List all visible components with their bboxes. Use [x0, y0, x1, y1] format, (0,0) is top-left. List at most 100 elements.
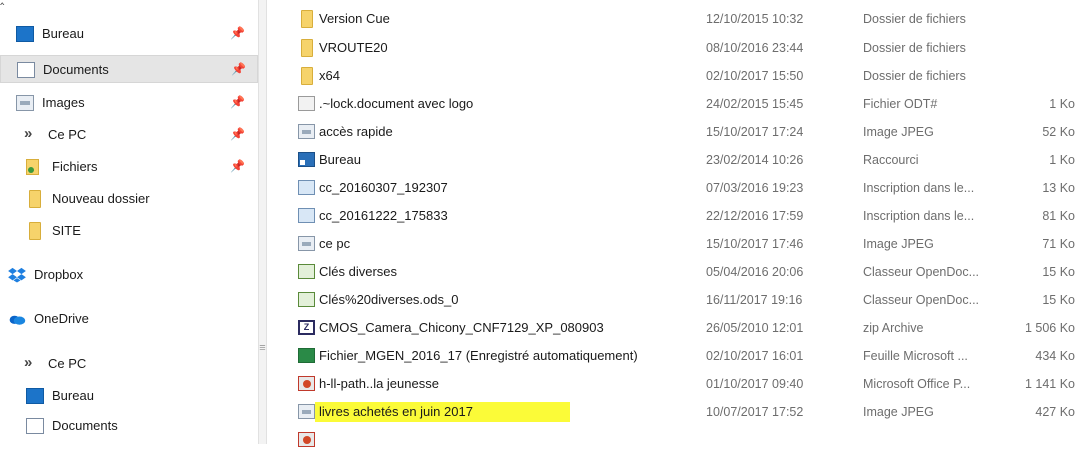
file-date: 24/02/2015 15:45 — [706, 97, 804, 111]
nav-item-bureau-2[interactable]: Bureau — [0, 382, 258, 410]
file-type: Feuille Microsoft ... — [863, 349, 968, 363]
file-type: Dossier de fichiers — [863, 12, 966, 26]
nav-item-label: Bureau — [42, 26, 84, 41]
file-row[interactable]: ce pc 15/10/2017 17:46 Image JPEG 71 Ko — [266, 232, 1083, 256]
nav-item-ce-pc-2[interactable]: » Ce PC — [0, 350, 258, 378]
nav-item-onedrive[interactable]: OneDrive — [0, 305, 258, 333]
file-type: Classeur OpenDoc... — [863, 293, 980, 307]
file-row[interactable]: Z CMOS_Camera_Chicony_CNF7129_XP_080903 … — [266, 316, 1083, 340]
file-size: 434 Ko — [1035, 349, 1075, 363]
file-date: 23/02/2014 10:26 — [706, 153, 804, 167]
file-row[interactable]: Fichier_MGEN_2016_17 (Enregistré automat… — [266, 344, 1083, 368]
nav-item-label: Ce PC — [48, 127, 87, 142]
file-size: 15 Ko — [1042, 293, 1075, 307]
file-row[interactable]: x64 02/10/2017 15:50 Dossier de fichiers — [266, 64, 1083, 88]
file-row[interactable]: VROUTE20 08/10/2016 23:44 Dossier de fic… — [266, 36, 1083, 60]
odt-lock-icon — [298, 96, 315, 111]
nav-item-label: SITE — [52, 223, 81, 238]
image-icon — [298, 404, 315, 419]
file-date: 22/12/2016 17:59 — [706, 209, 804, 223]
nav-item-bureau[interactable]: Bureau 📌 — [0, 20, 258, 48]
onedrive-icon — [9, 315, 26, 325]
folder-icon — [301, 39, 313, 57]
desktop-icon — [26, 388, 44, 404]
file-name: VROUTE20 — [319, 40, 388, 55]
zip-icon: Z — [298, 320, 315, 335]
file-date: 07/03/2016 19:23 — [706, 181, 804, 195]
file-row[interactable]: Clés diverses 05/04/2016 20:06 Classeur … — [266, 260, 1083, 284]
file-row[interactable]: accès rapide 15/10/2017 17:24 Image JPEG… — [266, 120, 1083, 144]
file-name: Clés diverses — [319, 264, 398, 279]
folder-icon — [301, 10, 313, 28]
file-date: 16/11/2017 19:16 — [706, 293, 803, 307]
excel-icon — [298, 348, 315, 363]
nav-item-label: Dropbox — [34, 267, 84, 282]
nav-item-ce-pc[interactable]: » Ce PC 📌 — [0, 121, 258, 149]
file-type: Image JPEG — [863, 125, 934, 139]
image-icon — [298, 236, 315, 251]
nav-item-fichiers[interactable]: Fichiers 📌 — [0, 153, 258, 181]
file-row[interactable]: Bureau 23/02/2014 10:26 Raccourci 1 Ko — [266, 148, 1083, 172]
nav-item-nouveau-dossier[interactable]: Nouveau dossier — [0, 185, 258, 213]
powerpoint-icon — [298, 376, 315, 391]
file-list: Version Cue 12/10/2015 10:32 Dossier de … — [266, 0, 1083, 447]
nav-item-label: OneDrive — [34, 311, 89, 326]
nav-item-label: Images — [42, 95, 85, 110]
file-name: ce pc — [319, 236, 351, 251]
file-size: 15 Ko — [1042, 265, 1075, 279]
nav-item-documents[interactable]: Documents 📌 — [0, 55, 258, 83]
nav-item-label: Documents — [43, 62, 109, 77]
file-date: 08/10/2016 23:44 — [706, 41, 804, 55]
nav-item-images[interactable]: Images 📌 — [0, 89, 258, 117]
file-name: Fichier_MGEN_2016_17 (Enregistré automat… — [319, 348, 638, 363]
spreadsheet-icon — [298, 264, 315, 279]
file-name: Version Cue — [319, 11, 390, 26]
navigation-pane: ‸ Bureau 📌 Documents 📌 Images 📌 » Ce PC … — [0, 0, 258, 444]
file-row[interactable]: h-ll-path..la jeunesse 01/10/2017 09:40 … — [266, 372, 1083, 396]
file-date: 02/10/2017 15:50 — [706, 69, 804, 83]
file-type: Inscription dans le... — [863, 209, 975, 223]
file-type: zip Archive — [863, 321, 924, 335]
nav-item-documents-2[interactable]: Documents — [0, 412, 258, 440]
file-date: 15/10/2017 17:46 — [706, 237, 804, 251]
nav-item-label: Nouveau dossier — [52, 191, 150, 206]
file-row[interactable]: Clés%20diverses.ods_0 16/11/2017 19:16 C… — [266, 288, 1083, 312]
file-type: Fichier ODT# — [863, 97, 938, 111]
file-type: Microsoft Office P... — [863, 377, 971, 391]
file-size: 1 506 Ko — [1024, 321, 1075, 335]
file-name: Bureau — [319, 152, 361, 167]
file-row[interactable]: cc_20160307_192307 07/03/2016 19:23 Insc… — [266, 176, 1083, 200]
file-date: 10/07/2017 17:52 — [706, 405, 804, 419]
dropbox-icon — [8, 267, 26, 283]
file-row-highlighted[interactable]: livres achetés en juin 2017 10/07/2017 1… — [266, 400, 1083, 424]
file-row[interactable]: .~lock.document avec logo 24/02/2015 15:… — [266, 92, 1083, 116]
folder-icon — [26, 159, 39, 175]
splitter-grip-icon[interactable]: ≡ — [259, 342, 266, 354]
file-row[interactable]: Version Cue 12/10/2015 10:32 Dossier de … — [266, 7, 1083, 31]
pin-icon: 📌 — [230, 127, 245, 141]
nav-item-site[interactable]: SITE — [0, 217, 258, 245]
file-size: 427 Ko — [1035, 405, 1075, 419]
file-date: 12/10/2015 10:32 — [706, 12, 804, 26]
file-row[interactable]: cc_20161222_175833 22/12/2016 17:59 Insc… — [266, 204, 1083, 228]
file-type: Inscription dans le... — [863, 181, 975, 195]
chevron-icon: » — [24, 354, 33, 371]
nav-item-dropbox[interactable]: Dropbox — [0, 261, 258, 289]
pin-icon: 📌 — [230, 26, 245, 40]
chevron-icon: » — [24, 125, 33, 142]
nav-item-label: Ce PC — [48, 356, 87, 371]
nav-item-label: Documents — [52, 418, 118, 433]
file-size: 13 Ko — [1042, 181, 1075, 195]
file-date: 01/10/2017 09:40 — [706, 377, 804, 391]
file-row-partial[interactable] — [266, 428, 1083, 452]
nav-partial-item: ‸ — [0, 0, 4, 6]
file-name: livres achetés en juin 2017 — [319, 404, 473, 419]
shortcut-icon — [298, 152, 315, 167]
file-name: .~lock.document avec logo — [319, 96, 474, 111]
folder-icon — [29, 190, 41, 208]
file-date: 02/10/2017 16:01 — [706, 349, 804, 363]
file-size: 1 Ko — [1049, 97, 1075, 111]
nav-item-label: Fichiers — [52, 159, 98, 174]
file-name: cc_20161222_175833 — [319, 208, 448, 223]
pin-icon: 📌 — [231, 62, 246, 76]
